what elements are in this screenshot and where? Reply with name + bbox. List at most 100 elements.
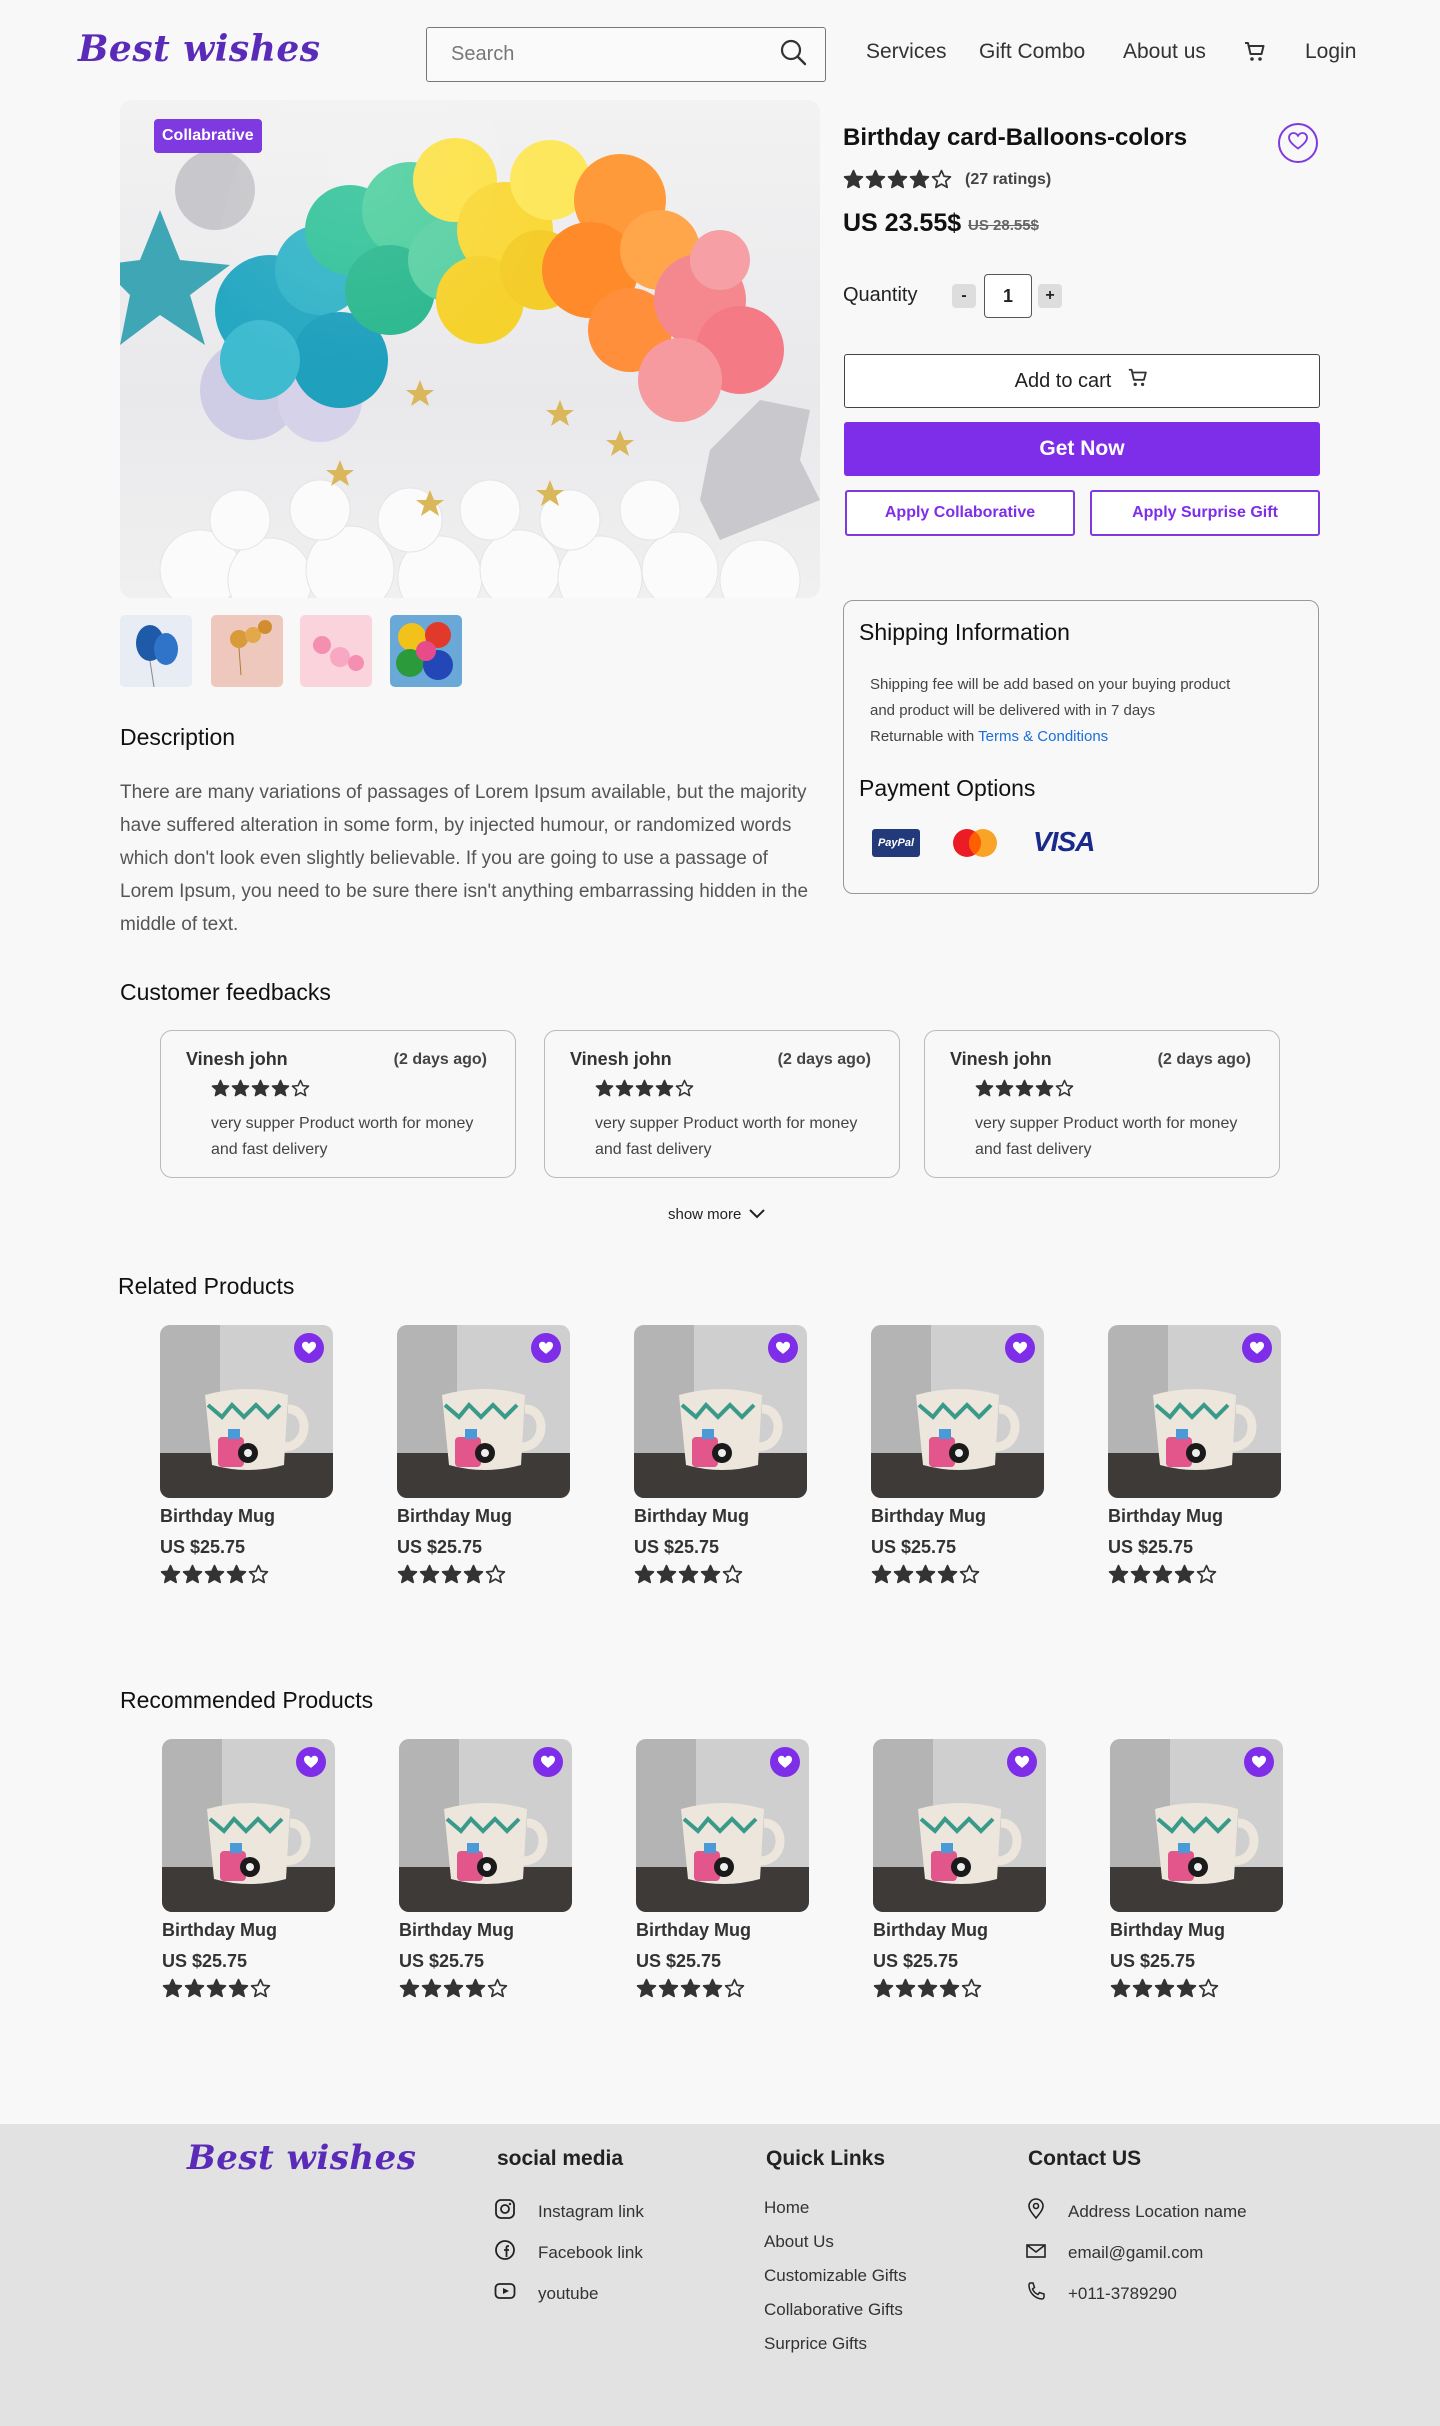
wishlist-button[interactable]: [294, 1333, 324, 1363]
product-card[interactable]: Birthday Mug US $25.75: [871, 1325, 1044, 1585]
footer-logo[interactable]: Best wishes: [187, 2138, 416, 2178]
product-card[interactable]: Birthday Mug US $25.75: [634, 1325, 807, 1585]
contact-email[interactable]: email@gamil.com: [1026, 2239, 1247, 2266]
quantity-value[interactable]: 1: [984, 274, 1032, 318]
wishlist-button[interactable]: [533, 1747, 563, 1777]
product-image[interactable]: [397, 1325, 570, 1498]
star-filled-icon: [843, 169, 864, 189]
nav-services[interactable]: Services: [866, 40, 947, 64]
contact-phone[interactable]: +011-3789290: [1026, 2280, 1247, 2307]
star-filled-icon: [226, 1564, 247, 1584]
product-title: Birthday card-Balloons-colors: [843, 124, 1188, 151]
star-empty-icon: [675, 1079, 694, 1097]
show-more-label: show more: [668, 1206, 742, 1223]
show-more-button[interactable]: show more: [668, 1206, 766, 1223]
wishlist-button[interactable]: [768, 1333, 798, 1363]
wishlist-button[interactable]: [1005, 1333, 1035, 1363]
thumbnail-pink-balloons[interactable]: [300, 615, 372, 687]
product-image[interactable]: [1108, 1325, 1281, 1498]
cart-icon[interactable]: [1243, 40, 1267, 69]
product-name[interactable]: Birthday Mug: [871, 1506, 1044, 1527]
product-image[interactable]: [162, 1739, 335, 1912]
instagram-link[interactable]: Instagram link: [494, 2198, 644, 2225]
footer-link-customizable-gifts[interactable]: Customizable Gifts: [764, 2266, 907, 2286]
footer-link-collaborative-gifts[interactable]: Collaborative Gifts: [764, 2300, 907, 2320]
product-card[interactable]: Birthday Mug US $25.75: [873, 1739, 1046, 1999]
thumbnail-multicolor-balloons[interactable]: [390, 615, 462, 687]
star-filled-icon: [678, 1564, 699, 1584]
product-name[interactable]: Birthday Mug: [1110, 1920, 1283, 1941]
product-card[interactable]: Birthday Mug US $25.75: [399, 1739, 572, 1999]
brand-logo[interactable]: Best wishes: [78, 28, 321, 70]
product-image[interactable]: [636, 1739, 809, 1912]
star-filled-icon: [1130, 1564, 1151, 1584]
visa-icon: VISA: [1033, 826, 1095, 857]
chevron-down-icon: [749, 1206, 766, 1223]
quick-links-title: Quick Links: [766, 2147, 886, 2170]
product-old-price: US 28.55$: [968, 217, 1039, 234]
product-image[interactable]: [399, 1739, 572, 1912]
product-image[interactable]: [160, 1325, 333, 1498]
footer-link-about-us[interactable]: About Us: [764, 2232, 907, 2252]
heart-icon: [778, 1755, 792, 1768]
product-card[interactable]: Birthday Mug US $25.75: [160, 1325, 333, 1585]
wishlist-button[interactable]: [1007, 1747, 1037, 1777]
product-card[interactable]: Birthday Mug US $25.75: [1108, 1325, 1281, 1585]
footer-link-home[interactable]: Home: [764, 2198, 907, 2218]
product-name[interactable]: Birthday Mug: [397, 1506, 570, 1527]
contact-address: Address Location name: [1026, 2198, 1247, 2225]
star-filled-icon: [1132, 1978, 1153, 1998]
nav-login[interactable]: Login: [1305, 40, 1356, 64]
apply-collaborative-button[interactable]: Apply Collaborative: [845, 490, 1075, 536]
wishlist-button[interactable]: [1244, 1747, 1274, 1777]
youtube-icon: [494, 2280, 516, 2307]
phone-text: +011-3789290: [1068, 2283, 1177, 2303]
star-filled-icon: [443, 1978, 464, 1998]
product-name[interactable]: Birthday Mug: [399, 1920, 572, 1941]
youtube-label: youtube: [538, 2283, 599, 2303]
product-card[interactable]: Birthday Mug US $25.75: [397, 1325, 570, 1585]
search-input[interactable]: [451, 43, 751, 66]
thumbnail-gold-balloons[interactable]: [211, 615, 283, 687]
product-name[interactable]: Birthday Mug: [636, 1920, 809, 1941]
search-icon[interactable]: [779, 38, 807, 71]
thumbnail-blue-balloons[interactable]: [120, 615, 192, 687]
product-card[interactable]: Birthday Mug US $25.75: [636, 1739, 809, 1999]
star-filled-icon: [895, 1978, 916, 1998]
nav-gift-combo[interactable]: Gift Combo: [979, 40, 1085, 64]
star-filled-icon: [995, 1079, 1014, 1097]
quantity-decrease-button[interactable]: -: [952, 284, 976, 308]
star-empty-icon: [485, 1564, 506, 1584]
quantity-increase-button[interactable]: +: [1038, 284, 1062, 308]
terms-conditions-link[interactable]: Terms & Conditions: [978, 728, 1108, 745]
wishlist-button[interactable]: [1242, 1333, 1272, 1363]
product-price: US $25.75: [160, 1537, 246, 1557]
footer-link-surprise-gifts[interactable]: Surprice Gifts: [764, 2334, 907, 2354]
product-name[interactable]: Birthday Mug: [634, 1506, 807, 1527]
apply-surprise-gift-button[interactable]: Apply Surprise Gift: [1090, 490, 1320, 536]
nav-about-us[interactable]: About us: [1123, 40, 1206, 64]
wishlist-button[interactable]: [1278, 123, 1318, 163]
product-price: US $25.75: [162, 1951, 248, 1971]
feedback-card: Vinesh john (2 days ago) very supper Pro…: [160, 1030, 516, 1178]
product-name[interactable]: Birthday Mug: [162, 1920, 335, 1941]
product-image[interactable]: [871, 1325, 1044, 1498]
add-to-cart-button[interactable]: Add to cart: [844, 354, 1320, 408]
product-name[interactable]: Birthday Mug: [160, 1506, 333, 1527]
star-filled-icon: [251, 1079, 270, 1097]
product-name[interactable]: Birthday Mug: [1108, 1506, 1281, 1527]
youtube-link[interactable]: youtube: [494, 2280, 644, 2307]
facebook-link[interactable]: Facebook link: [494, 2239, 644, 2266]
wishlist-button[interactable]: [296, 1747, 326, 1777]
product-image[interactable]: [634, 1325, 807, 1498]
wishlist-button[interactable]: [531, 1333, 561, 1363]
wishlist-button[interactable]: [770, 1747, 800, 1777]
product-card[interactable]: Birthday Mug US $25.75: [162, 1739, 335, 1999]
get-now-button[interactable]: Get Now: [844, 422, 1320, 476]
product-name[interactable]: Birthday Mug: [873, 1920, 1046, 1941]
product-card[interactable]: Birthday Mug US $25.75: [1110, 1739, 1283, 1999]
product-image[interactable]: [873, 1739, 1046, 1912]
product-image[interactable]: [1110, 1739, 1283, 1912]
heart-icon: [304, 1755, 318, 1768]
location-pin-icon: [1026, 2198, 1046, 2225]
